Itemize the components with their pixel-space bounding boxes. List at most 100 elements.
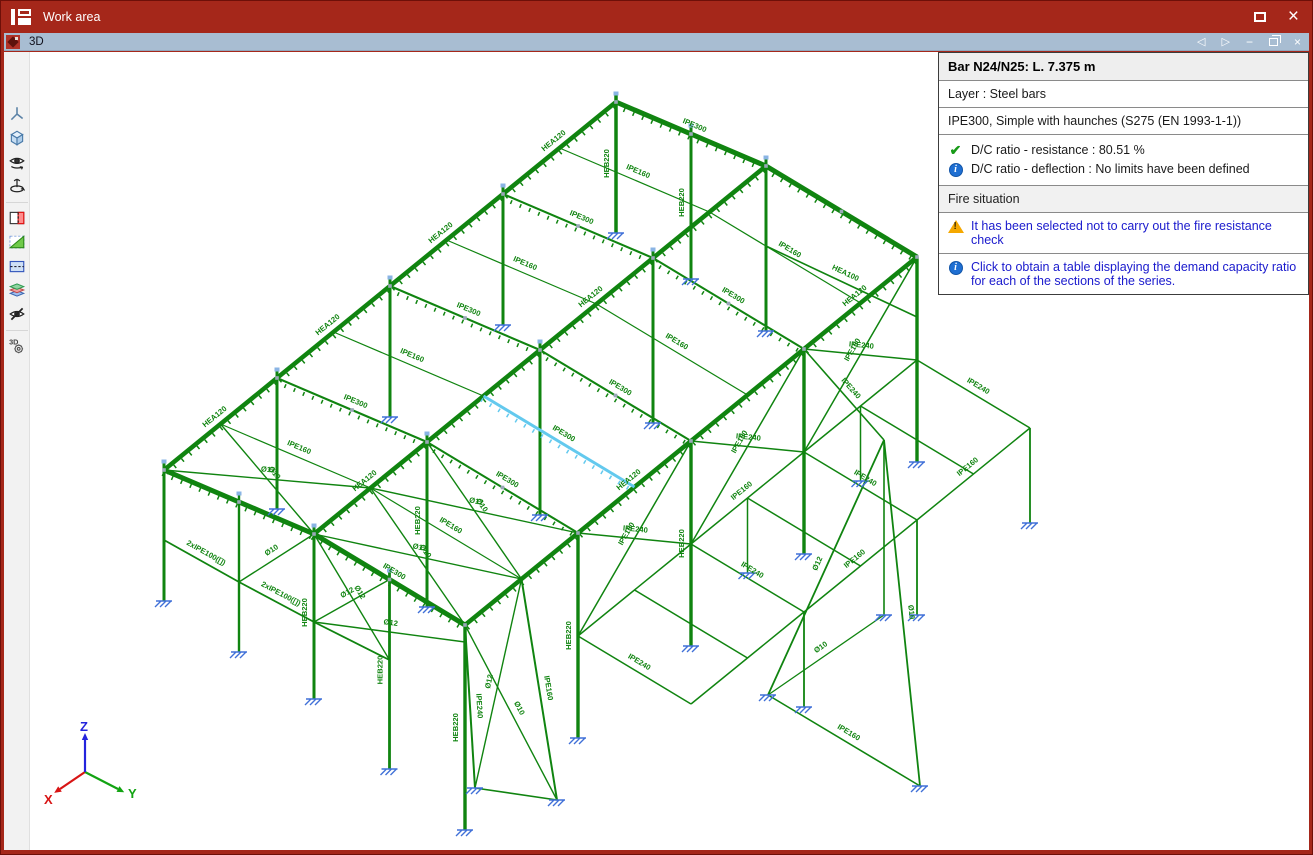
split-view-icon[interactable] xyxy=(8,233,26,251)
load-ticks xyxy=(310,535,464,631)
member-line[interactable] xyxy=(474,787,558,801)
member-label: HEB220 xyxy=(677,188,686,217)
check-icon: ✔ xyxy=(949,142,962,158)
hide-elements-icon[interactable] xyxy=(8,305,26,323)
member-label: Ø10 xyxy=(512,700,527,717)
member-label: HEA120 xyxy=(615,467,643,492)
node-marker xyxy=(576,531,580,535)
support-icon xyxy=(154,600,172,608)
column-cap xyxy=(763,155,769,160)
close-view-icon[interactable]: × xyxy=(1294,36,1301,48)
restore-view-icon[interactable] xyxy=(1268,35,1281,46)
support-icon xyxy=(910,785,928,793)
member-line[interactable] xyxy=(426,441,523,580)
support-icon xyxy=(794,553,812,561)
fire-warning-text: It has been selected not to carry out th… xyxy=(971,219,1272,247)
member-label: IPE240 xyxy=(739,560,765,581)
column-cap xyxy=(650,247,656,252)
support-icon xyxy=(493,324,511,332)
column-cap xyxy=(311,523,317,528)
member-line[interactable] xyxy=(559,147,710,213)
member-line[interactable] xyxy=(333,331,484,397)
member-line[interactable] xyxy=(916,359,1031,429)
minimize-view-icon[interactable]: − xyxy=(1246,36,1253,48)
layers-icon[interactable] xyxy=(8,281,26,299)
node-marker xyxy=(350,408,354,412)
node-marker xyxy=(651,256,655,260)
maximize-button-icon[interactable] xyxy=(1253,11,1266,22)
member-label: IPE300 xyxy=(720,285,746,306)
node-marker xyxy=(463,316,467,320)
member-label: IPE240 xyxy=(965,376,991,397)
resistance-ratio: D/C ratio - resistance : 80.51 % xyxy=(971,143,1145,157)
member-line[interactable] xyxy=(577,635,692,705)
member-label: HEB220 xyxy=(451,713,460,742)
column-cap xyxy=(161,459,167,464)
section-plane-icon[interactable] xyxy=(8,209,26,227)
node-marker xyxy=(387,577,392,582)
node-marker xyxy=(237,500,241,504)
member-line[interactable] xyxy=(238,533,315,583)
orbit-view-icon[interactable] xyxy=(8,153,26,171)
bar-checks: ✔ D/C ratio - resistance : 80.51 % i D/C… xyxy=(939,135,1308,186)
window-title: Work area xyxy=(43,9,101,24)
support-icon xyxy=(568,737,586,745)
node-marker xyxy=(726,301,731,306)
dc-table-link[interactable]: Click to obtain a table displaying the d… xyxy=(971,260,1299,288)
warning-icon xyxy=(947,220,964,233)
node-marker xyxy=(614,100,618,104)
member-label: IPE240 xyxy=(474,693,485,718)
member-line[interactable] xyxy=(219,423,315,535)
member-line[interactable] xyxy=(446,239,597,305)
column-cap xyxy=(537,339,543,344)
member-label: IPE160 xyxy=(836,722,862,743)
z-axis-label: Z xyxy=(80,719,88,734)
column-cap xyxy=(500,183,506,188)
support-icon xyxy=(465,787,483,795)
close-button-icon[interactable]: × xyxy=(1288,7,1299,26)
node-marker xyxy=(425,440,429,444)
bar-section: IPE300, Simple with haunches (S275 (EN 1… xyxy=(939,108,1308,135)
dc-table-note-row: i Click to obtain a table displaying the… xyxy=(939,254,1308,294)
member-line[interactable] xyxy=(767,694,921,787)
member-label: IPE160 xyxy=(729,429,749,455)
member-line[interactable] xyxy=(313,578,390,623)
load-ticks xyxy=(500,196,653,264)
node-marker xyxy=(388,284,392,288)
node-marker xyxy=(689,132,693,136)
member-line[interactable] xyxy=(765,245,918,318)
cube-icon[interactable] xyxy=(8,129,26,147)
node-marker xyxy=(162,468,166,472)
node-marker xyxy=(501,192,505,196)
member-line[interactable] xyxy=(690,611,805,705)
support-icon xyxy=(380,416,398,424)
member-line[interactable] xyxy=(916,427,1031,521)
support-icon xyxy=(681,645,699,653)
support-icon xyxy=(907,461,925,469)
axes-icon[interactable] xyxy=(8,105,26,123)
node-marker xyxy=(689,439,693,443)
view-tabbar: 3D ◁ ▷ − × xyxy=(4,33,1309,51)
view-toolbar: 3D xyxy=(4,52,30,850)
member-line[interactable] xyxy=(220,423,371,489)
3d-settings-icon[interactable]: 3D xyxy=(8,337,26,355)
column-cap xyxy=(424,431,430,436)
load-ticks xyxy=(391,195,507,291)
back-arrow-icon[interactable]: ◁ xyxy=(1197,36,1205,48)
member-label: Ø10 xyxy=(263,542,280,557)
member-label: HEB220 xyxy=(602,149,611,178)
forward-arrow-icon[interactable]: ▷ xyxy=(1222,36,1230,48)
member-line[interactable] xyxy=(803,348,885,441)
member-label: HEA100 xyxy=(831,263,861,283)
member-label: IPE160 xyxy=(842,337,862,363)
member-label: Ø12 xyxy=(483,673,495,689)
column-cap xyxy=(613,91,619,96)
member-label: HEB220 xyxy=(677,529,686,558)
column-cap xyxy=(274,367,280,372)
member-label: HEB220 xyxy=(564,621,573,650)
node-marker xyxy=(538,348,542,352)
load-ticks xyxy=(387,288,540,356)
member-line[interactable] xyxy=(577,543,692,637)
rotate-view-icon[interactable] xyxy=(8,177,26,195)
window-zoom-icon[interactable] xyxy=(8,257,26,275)
